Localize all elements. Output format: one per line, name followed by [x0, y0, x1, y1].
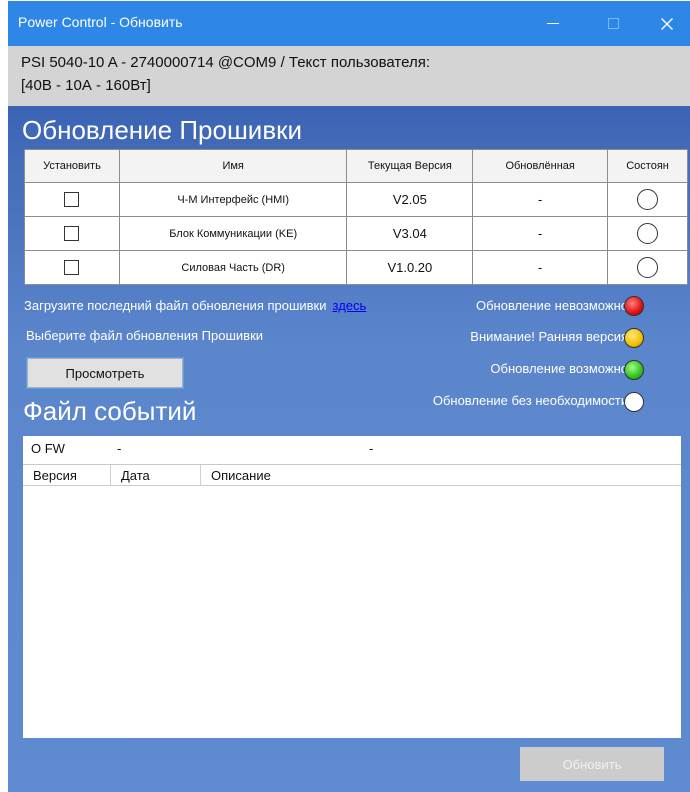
fw-info-value-1: - — [117, 441, 122, 456]
current-version-cell: V1.0.20 — [346, 250, 474, 285]
download-link[interactable]: здесь — [333, 298, 367, 313]
close-icon — [661, 17, 673, 30]
fw-info-label: О FW — [31, 441, 65, 456]
green-status-icon — [624, 360, 644, 380]
window-title: Power Control - Обновить — [18, 14, 183, 30]
browse-button[interactable]: Просмотреть — [26, 357, 184, 389]
table-row: Ч-М Интерфейс (HMI) V2.05 - — [24, 182, 688, 217]
device-info-bar: PSI 5040-10 A - 2740000714 @COM9 / Текст… — [8, 46, 690, 106]
name-cell: Ч-М Интерфейс (HMI) — [118, 182, 348, 217]
maximize-button — [590, 1, 636, 46]
updated-version-cell: - — [472, 182, 609, 217]
title-bar: Power Control - Обновить — [8, 1, 690, 46]
column-header-updated-version: Обновлённая — [472, 149, 609, 183]
table-row: Силовая Часть (DR) V1.0.20 - — [24, 250, 688, 285]
red-status-icon — [624, 296, 644, 316]
name-cell: Блок Коммуникации (KE) — [118, 216, 348, 251]
choose-file-hint: Выберите файл обновления Прошивки — [26, 328, 264, 343]
download-hint-text: Загрузите последний файл обновления прош… — [24, 298, 327, 313]
minimize-icon — [547, 23, 559, 24]
column-header-version[interactable]: Версия — [23, 465, 111, 486]
download-hint: Загрузите последний файл обновления прош… — [24, 298, 366, 313]
window: Power Control - Обновить PSI 5040-10 A -… — [0, 0, 690, 792]
current-version-cell: V2.05 — [346, 182, 474, 217]
maximize-icon — [607, 18, 619, 29]
install-checkbox-hmi[interactable] — [64, 192, 80, 207]
install-checkbox-dr[interactable] — [64, 260, 80, 275]
column-header-state: Состоян — [607, 149, 688, 183]
legend-label-early-version: Внимание! Ранняя версия — [470, 329, 628, 344]
table-row: Блок Коммуникации (KE) V3.04 - — [24, 216, 688, 251]
state-cell — [607, 216, 688, 251]
state-cell — [607, 182, 688, 217]
white-status-icon — [624, 392, 644, 412]
updated-version-cell: - — [472, 216, 609, 251]
firmware-table: Установить Имя Текущая Версия Обновлённа… — [24, 149, 688, 285]
state-indicator-icon — [637, 223, 659, 244]
fw-info-row: О FW - - — [23, 436, 681, 459]
events-section-title: Файл событий — [23, 396, 197, 426]
column-header-date[interactable]: Дата — [111, 465, 201, 486]
install-cell — [24, 216, 120, 251]
column-header-name: Имя — [118, 149, 348, 183]
state-cell — [607, 250, 688, 285]
install-checkbox-ke[interactable] — [64, 226, 80, 241]
state-indicator-icon — [637, 257, 659, 278]
updated-version-cell: - — [472, 250, 609, 285]
column-header-description[interactable]: Описание — [201, 465, 401, 486]
device-info-line2: [40В - 10А - 160Вт] — [21, 77, 151, 94]
update-button[interactable]: Обновить — [520, 747, 664, 781]
events-panel: О FW - - Версия Дата Описание — [23, 436, 681, 738]
firmware-section-title: Обновление Прошивки — [22, 115, 303, 145]
name-cell: Силовая Часть (DR) — [118, 250, 348, 285]
fw-info-value-2: - — [369, 441, 374, 456]
current-version-cell: V3.04 — [346, 216, 474, 251]
install-cell — [24, 250, 120, 285]
install-cell — [24, 182, 120, 217]
events-table-header: Версия Дата Описание — [23, 464, 681, 486]
legend-label-possible: Обновление возможно — [490, 361, 628, 376]
content-area: Обновление Прошивки Установить Имя Текущ… — [8, 106, 690, 792]
state-indicator-icon — [637, 189, 659, 210]
yellow-status-icon — [624, 328, 644, 348]
legend-label-impossible: Обновление невозможно — [475, 298, 628, 313]
device-info-line1: PSI 5040-10 A - 2740000714 @COM9 / Текст… — [21, 54, 430, 71]
column-header-current-version: Текущая Версия — [346, 149, 474, 183]
legend-label-not-needed: Обновление без необходимости — [432, 393, 628, 408]
table-header-row: Установить Имя Текущая Версия Обновлённа… — [24, 149, 688, 183]
close-button[interactable] — [644, 1, 690, 46]
minimize-button[interactable] — [530, 1, 576, 46]
column-header-install: Установить — [24, 149, 120, 183]
